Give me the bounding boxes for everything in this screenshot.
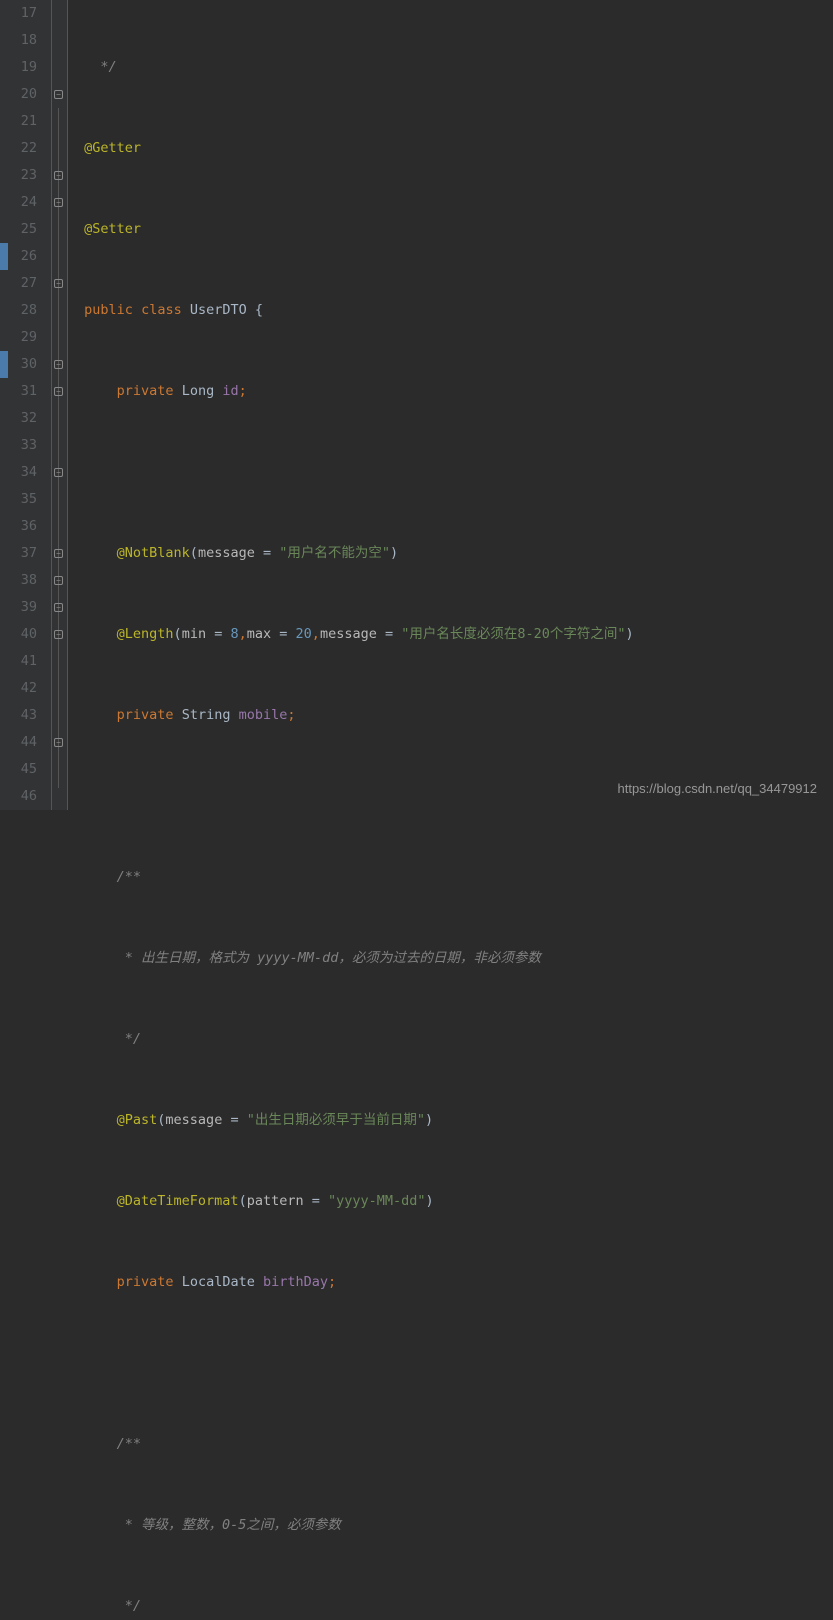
- attr: pattern: [247, 1193, 304, 1209]
- comment: */: [117, 1031, 141, 1047]
- comment: */: [84, 59, 117, 75]
- fold-toggle-icon[interactable]: −: [54, 198, 63, 207]
- comment: /**: [117, 869, 141, 885]
- fold-toggle-icon[interactable]: −: [54, 279, 63, 288]
- fold-toggle-icon[interactable]: −: [54, 387, 63, 396]
- field: birthDay: [263, 1274, 328, 1290]
- annotation: @DateTimeFormat: [117, 1193, 239, 1209]
- comment: /**: [117, 1436, 141, 1452]
- fold-toggle-icon[interactable]: −: [54, 549, 63, 558]
- type: Long: [182, 383, 215, 399]
- fold-toggle-icon[interactable]: −: [54, 603, 63, 612]
- attr: message: [165, 1112, 222, 1128]
- field: mobile: [239, 707, 288, 723]
- keyword: private: [117, 383, 174, 399]
- fold-toggle-icon[interactable]: −: [54, 738, 63, 747]
- fold-toggle-icon[interactable]: −: [54, 360, 63, 369]
- annotation: @Past: [117, 1112, 158, 1128]
- keyword: public: [84, 302, 133, 318]
- annotation-getter: @Getter: [84, 140, 141, 156]
- type: String: [182, 707, 231, 723]
- comment: * 等级，整数，0-5之间，必须参数: [117, 1517, 341, 1533]
- class-name: UserDTO: [190, 302, 247, 318]
- fold-toggle-icon[interactable]: −: [54, 468, 63, 477]
- keyword: private: [117, 1274, 174, 1290]
- code-editor[interactable]: 1718192021 2223242526 2728293031 3233343…: [0, 0, 833, 810]
- line-number-gutter: 1718192021 2223242526 2728293031 3233343…: [0, 0, 52, 810]
- string: "用户名长度必须在8-20个字符之间": [401, 626, 625, 642]
- attr: max: [247, 626, 271, 642]
- number: 20: [296, 626, 312, 642]
- number: 8: [230, 626, 238, 642]
- annotation: @Length: [117, 626, 174, 642]
- comment: * 出生日期，格式为 yyyy-MM-dd，必须为过去的日期，非必须参数: [117, 950, 541, 966]
- fold-toggle-icon[interactable]: −: [54, 171, 63, 180]
- fold-toggle-icon[interactable]: −: [54, 90, 63, 99]
- keyword: private: [117, 707, 174, 723]
- fold-gutter: − − − − − − − − − − − −: [52, 0, 68, 810]
- string: "yyyy-MM-dd": [328, 1193, 426, 1209]
- comment: */: [117, 1598, 141, 1614]
- string: "出生日期必须早于当前日期": [247, 1112, 425, 1128]
- annotation-setter: @Setter: [84, 221, 141, 237]
- keyword: class: [141, 302, 182, 318]
- attr: min: [182, 626, 206, 642]
- fold-toggle-icon[interactable]: −: [54, 576, 63, 585]
- code-content[interactable]: */ @Getter @Setter public class UserDTO …: [68, 0, 833, 810]
- fold-toggle-icon[interactable]: −: [54, 630, 63, 639]
- annotation: @NotBlank: [117, 545, 190, 561]
- type: LocalDate: [182, 1274, 255, 1290]
- field: id: [222, 383, 238, 399]
- string: "用户名不能为空": [279, 545, 390, 561]
- attr: message: [198, 545, 255, 561]
- attr: message: [320, 626, 377, 642]
- watermark: https://blog.csdn.net/qq_34479912: [618, 775, 818, 802]
